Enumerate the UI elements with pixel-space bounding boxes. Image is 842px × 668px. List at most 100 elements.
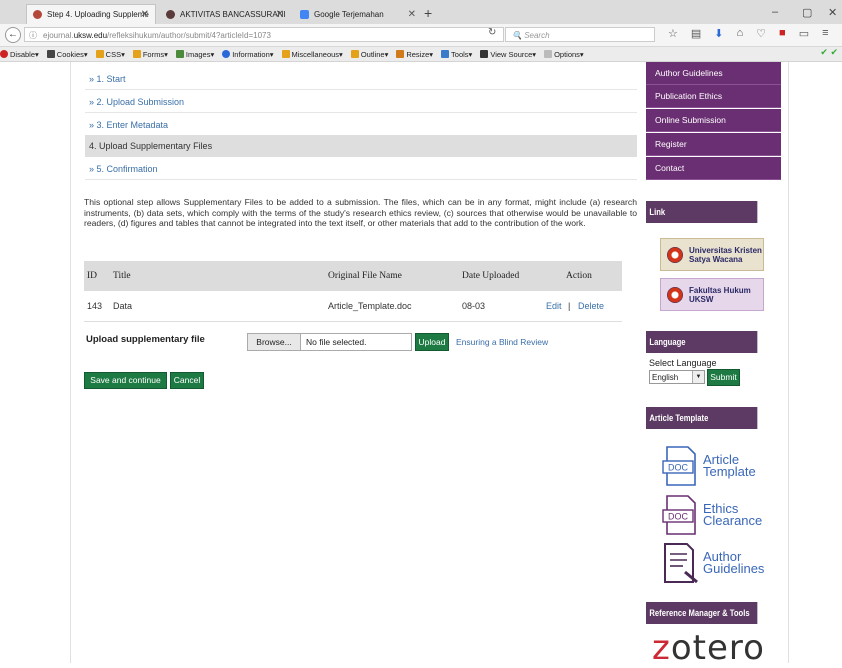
col-original-file-name: Original File Name: [328, 271, 402, 281]
close-tab-icon[interactable]: ✕: [276, 9, 284, 20]
new-tab-icon[interactable]: +: [424, 5, 432, 21]
language-select[interactable]: English ▼: [649, 370, 705, 384]
maximize-icon[interactable]: ▢: [802, 6, 812, 19]
save-and-continue-button[interactable]: Save and continue: [84, 372, 167, 389]
forms-icon: [132, 50, 141, 58]
template-line2: Guidelines: [703, 561, 765, 576]
upload-button[interactable]: Upload: [415, 333, 449, 351]
sidebar-item-contact[interactable]: Contact: [646, 157, 781, 180]
zotero-rest: otero: [670, 628, 765, 668]
language-value: English: [652, 373, 679, 382]
step-upload-submission[interactable]: » 2. Upload Submission: [85, 91, 637, 113]
language-submit-button[interactable]: Submit: [707, 369, 740, 386]
disable-icon: [0, 50, 8, 58]
article-template-link[interactable]: DOC Article Template: [661, 445, 756, 487]
toolbar-miscellaneous[interactable]: Miscellaneous▾: [281, 50, 343, 59]
step-confirmation[interactable]: » 5. Confirmation: [85, 158, 637, 180]
cancel-button[interactable]: Cancel: [170, 372, 204, 389]
home-icon[interactable]: ⌂: [737, 27, 744, 40]
template-line2: Template: [703, 464, 756, 479]
search-box[interactable]: 🔍 Search: [505, 27, 655, 42]
close-window-icon[interactable]: ✕: [828, 6, 837, 19]
translate-icon: [300, 9, 309, 19]
row-date: 08-03: [462, 301, 486, 311]
toolbar-images[interactable]: Images▾: [175, 50, 214, 59]
resize-icon: [396, 50, 405, 58]
tab-google-translate[interactable]: Google Terjemahan ✕: [294, 4, 422, 24]
file-input[interactable]: Browse... No file selected.: [247, 333, 412, 351]
sidebar-item-register[interactable]: Register: [646, 133, 781, 156]
guidelines-document-icon: [664, 543, 698, 584]
ethics-clearance-link[interactable]: DOC Ethics Clearance: [661, 494, 762, 536]
site-favicon-icon: [166, 9, 175, 19]
toolbar-options[interactable]: Options▾: [544, 50, 584, 59]
uksw-logo-icon: [667, 246, 683, 263]
close-tab-icon[interactable]: ✕: [141, 9, 149, 20]
zotero-z: z: [652, 628, 671, 668]
tab-aktivitas[interactable]: AKTIVITAS BANCASSURANI ✕: [160, 4, 290, 24]
view-source-icon: [480, 50, 489, 58]
pocket-icon[interactable]: ♡: [756, 27, 766, 40]
minimize-icon[interactable]: –: [772, 6, 778, 18]
outline-icon: [350, 50, 359, 58]
col-title: Title: [113, 271, 131, 281]
sidebar-item-author-guidelines[interactable]: Author Guidelines: [646, 62, 781, 85]
logo-line1: Fakultas Hukum: [689, 285, 751, 295]
tools-icon: [441, 50, 450, 58]
template-line2: Clearance: [703, 513, 763, 528]
extension-grey-icon[interactable]: ▭: [799, 27, 809, 40]
page-main: » 1. Start » 2. Upload Submission » 3. E…: [70, 62, 789, 668]
miscellaneous-icon: [281, 50, 290, 58]
tab-step4[interactable]: Step 4. Uploading Suppleme ✕: [26, 4, 156, 24]
blind-review-link[interactable]: Ensuring a Blind Review: [456, 337, 548, 347]
toolbar-cookies[interactable]: Cookies▾: [46, 50, 88, 59]
author-guidelines-link[interactable]: Author Guidelines: [661, 542, 764, 584]
css-icon: [95, 50, 104, 58]
edit-link[interactable]: Edit: [546, 291, 562, 321]
browser-nav-bar: ← ⓘ ejournal.uksw.edu/refleksihukum/auth…: [0, 24, 842, 47]
delete-link[interactable]: Delete: [578, 291, 604, 321]
no-file-selected-text: No file selected.: [306, 337, 367, 347]
zotero-logo[interactable]: zotero: [652, 628, 765, 668]
toolbar-tools[interactable]: Tools▾: [441, 50, 472, 59]
doc-badge: DOC: [668, 512, 689, 522]
reload-icon[interactable]: ↻: [488, 27, 496, 38]
row-title: Data: [113, 301, 133, 311]
doc-file-icon: DOC: [662, 446, 696, 486]
table-row: 143 Data Article_Template.doc 08-03 Edit…: [84, 291, 622, 322]
bookmark-star-icon[interactable]: ☆: [668, 27, 678, 40]
toolbar-outline[interactable]: Outline▾: [350, 50, 388, 59]
reading-list-icon[interactable]: ▤: [691, 27, 701, 40]
toolbar-resize[interactable]: Resize▾: [396, 50, 433, 59]
logo-line1: Universitas Kristen: [689, 245, 762, 255]
info-icon[interactable]: ⓘ: [29, 28, 37, 43]
toolbar-disable[interactable]: Disable▾: [0, 50, 39, 59]
close-tab-icon[interactable]: ✕: [408, 9, 416, 20]
uksw-logo-link[interactable]: Universitas Kristen Satya Wacana: [660, 238, 764, 271]
fakultas-hukum-logo-link[interactable]: Fakultas Hukum UKSW: [660, 278, 764, 311]
download-icon[interactable]: ⬇: [714, 27, 723, 40]
toolbar-forms[interactable]: Forms▾: [132, 50, 168, 59]
doc-file-icon: DOC: [662, 495, 696, 535]
url-prefix: ejournal.: [43, 31, 74, 40]
cookies-icon: [46, 50, 55, 58]
logo-line2: Satya Wacana: [689, 254, 743, 264]
step-start[interactable]: » 1. Start: [85, 68, 637, 90]
toolbar-css[interactable]: CSS▾: [95, 50, 125, 59]
sidebar-item-online-submission[interactable]: Online Submission: [646, 109, 781, 132]
address-bar[interactable]: ⓘ ejournal.uksw.edu/refleksihukum/author…: [24, 27, 504, 42]
tab-label: AKTIVITAS BANCASSURANI: [180, 9, 286, 19]
step-enter-metadata[interactable]: » 3. Enter Metadata: [85, 114, 637, 136]
doc-badge: DOC: [668, 463, 689, 473]
files-table-header: ID Title Original File Name Date Uploade…: [84, 261, 622, 291]
article-template-heading: Article Template: [646, 407, 758, 429]
toolbar-view-source[interactable]: View Source▾: [480, 50, 536, 59]
extension-red-icon[interactable]: ■: [779, 27, 786, 40]
col-action: Action: [566, 271, 592, 281]
back-arrow-icon[interactable]: ←: [5, 27, 21, 43]
menu-icon[interactable]: ≡: [822, 27, 828, 40]
browse-button[interactable]: Browse...: [248, 334, 301, 350]
toolbar-information[interactable]: Information▾: [222, 50, 274, 59]
sidebar-item-publication-ethics[interactable]: Publication Ethics: [646, 85, 781, 108]
validation-check-icons: ✔ ✔: [820, 47, 838, 57]
